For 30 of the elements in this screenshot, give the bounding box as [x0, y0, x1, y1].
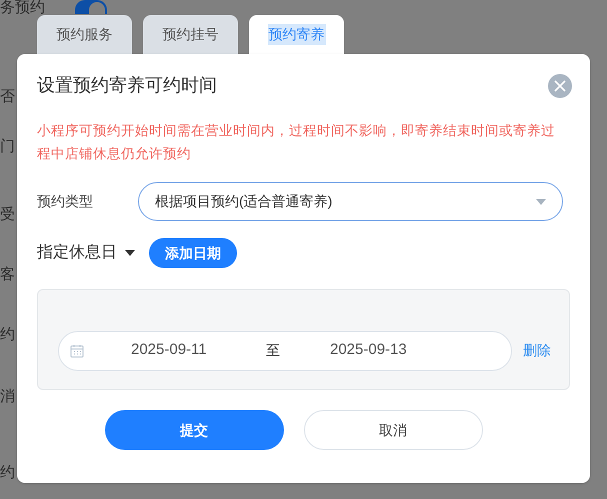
caret-icon[interactable] — [125, 250, 135, 256]
cancel-button[interactable]: 取消 — [304, 410, 482, 450]
rest-day-label: 指定休息日 — [37, 242, 117, 263]
calendar-icon — [70, 344, 84, 358]
tab[interactable]: 预约寄养 — [249, 15, 344, 54]
toggle-switch[interactable] — [75, 0, 107, 14]
add-date-button[interactable]: 添加日期 — [149, 238, 237, 268]
tab[interactable]: 预约挂号 — [143, 15, 238, 54]
side-label: 消 — [0, 388, 15, 406]
submit-button[interactable]: 提交 — [104, 410, 284, 450]
side-label: 受 — [0, 206, 15, 224]
close-button[interactable] — [548, 74, 572, 98]
field-label: 预约类型 — [37, 192, 94, 211]
close-icon — [554, 80, 566, 92]
range-separator: 至 — [266, 341, 280, 360]
caret-icon — [536, 198, 546, 204]
tab[interactable]: 预约服务 — [37, 15, 132, 54]
notice-text: 小程序可预约开始时间需在营业时间内，过程时间不影响，即寄养结束时间或寄养过程中店铺休息仍允许预约 — [37, 122, 556, 163]
dialog-title: 设置预约寄养可约时间 — [37, 74, 217, 97]
side-label: 否 — [0, 88, 15, 106]
delete-link[interactable]: 删除 — [523, 340, 551, 361]
date-range-field[interactable]: 2025-09-11 至 2025-09-13 — [58, 330, 512, 370]
side-label: 约 — [0, 464, 15, 482]
start-date: 2025-09-11 — [131, 340, 208, 360]
end-date: 2025-09-13 — [330, 340, 407, 360]
side-label: 约 — [0, 326, 15, 344]
side-label: 客 — [0, 266, 15, 284]
type-select[interactable]: 根据项目预约(适合普通寄养) — [138, 182, 563, 221]
page-heading: 务预约 — [0, 0, 45, 15]
side-label: 门 — [0, 138, 15, 156]
